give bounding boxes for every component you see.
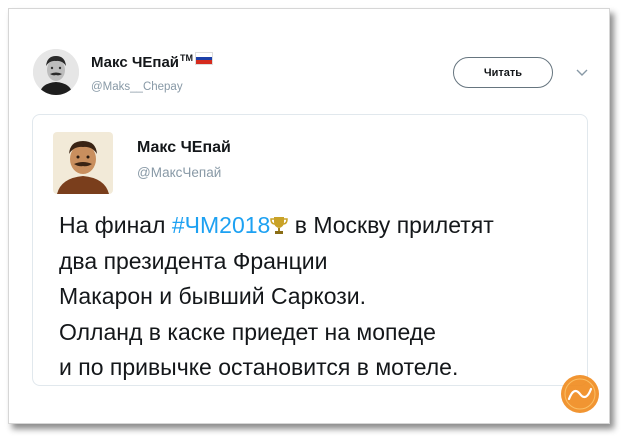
quoted-display-name[interactable]: Макс ЧЕпай [137,139,231,157]
quoted-avatar[interactable] [53,132,113,194]
chevron-down-icon[interactable] [575,65,589,79]
trophy-icon [270,217,289,234]
hashtag-link[interactable]: #ЧМ2018 [172,212,270,238]
quoted-handle[interactable]: @МаксЧепай [137,165,221,180]
watermark-logo [561,375,599,413]
russian-flag-icon [195,52,214,65]
tweet-line-4: Олланд в каске приедет на мопеде [59,318,436,345]
quoted-tweet[interactable]: Макс ЧЕпай @МаксЧепай На финал #ЧМ2018 в… [32,114,588,386]
tweet-line-1: На финал #ЧМ2018 в Москву прилетят [59,208,584,244]
tweet-line-1-end: в Москву прилетят [288,212,494,238]
tweet-line-2: два президента Франции [59,247,328,274]
tweet-text: На финал #ЧМ2018 в Москву прилетят два п… [59,208,584,386]
outer-name-text[interactable]: Макс ЧЕпай [91,54,179,71]
outer-handle[interactable]: @Maks__Chepay [91,81,183,93]
tweet-line-5: и по привычке остановится в мотеле. [59,354,459,380]
outer-display-name[interactable]: Макс ЧЕпай TM [91,52,214,71]
tweet-line-3: Макарон и бывший Саркози. [59,283,367,309]
follow-button[interactable]: Читать [453,57,553,88]
trademark-mark: TM [180,52,194,63]
tweet-card: Макс ЧЕпай TM @Maks__Chepay Читать Макс … [8,8,610,424]
tweet-line-1-start: На финал [59,212,172,238]
outer-avatar[interactable] [33,49,79,95]
